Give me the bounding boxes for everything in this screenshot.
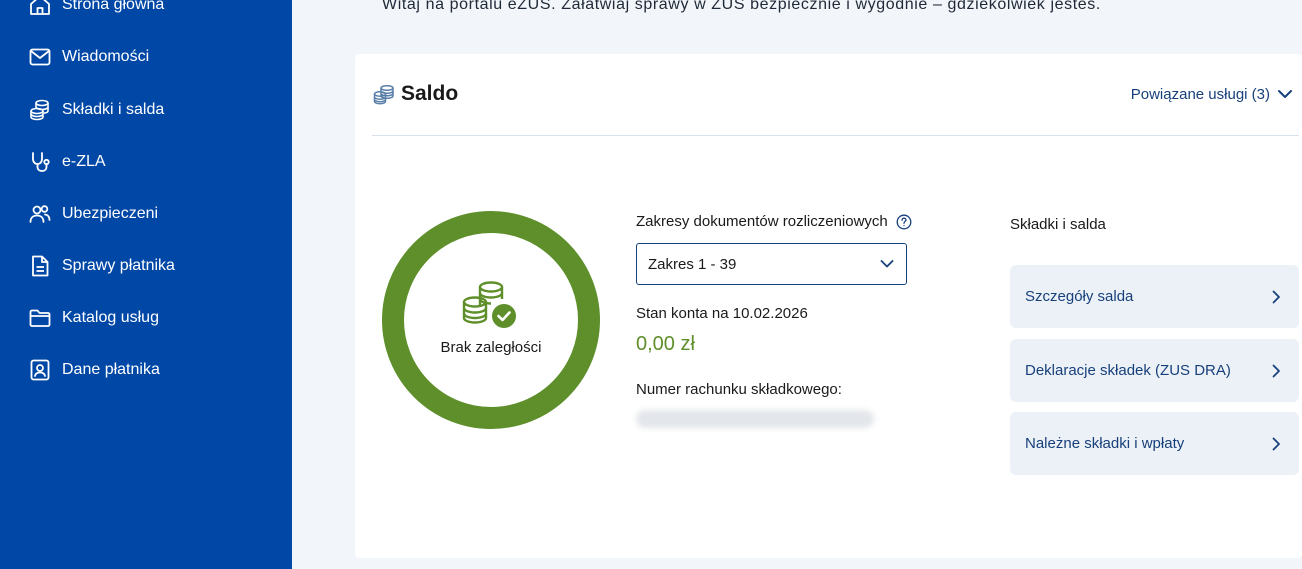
sidebar-item-service-catalog[interactable]: Katalog usług <box>28 303 159 333</box>
sidebar-item-label: Sprawy płatnika <box>62 257 175 274</box>
id-card-icon <box>28 358 52 382</box>
account-number-redacted <box>636 410 874 428</box>
ranges-label: Zakresy dokumentów rozliczeniowych <box>636 213 912 230</box>
sidebar-item-insured[interactable]: Ubezpieczeni <box>28 199 158 229</box>
chevron-down-icon <box>879 256 895 272</box>
contributions-section-title: Składki i salda <box>1010 216 1106 233</box>
home-icon <box>28 0 52 17</box>
sidebar-item-label: Dane płatnika <box>62 361 160 378</box>
sidebar-item-messages[interactable]: Wiadomości <box>28 42 149 72</box>
related-services-label: Powiązane usługi (3) <box>1130 85 1270 103</box>
link-label: Szczegóły salda <box>1025 288 1134 305</box>
card-title: Saldo <box>401 82 459 105</box>
sidebar-item-label: Ubezpieczeni <box>62 205 159 222</box>
chevron-down-icon <box>1276 85 1294 103</box>
stethoscope-icon <box>28 150 52 174</box>
coins-icon <box>372 82 396 106</box>
due-contributions-link[interactable]: Należne składki i wpłaty <box>1010 412 1299 475</box>
help-icon[interactable] <box>896 214 912 230</box>
chevron-right-icon <box>1269 364 1283 378</box>
sidebar-item-home[interactable]: Strona główna <box>28 0 164 20</box>
status-ring: Brak zaległości <box>382 211 600 429</box>
saldo-card: Saldo Powiązane usługi (3) Brak zaległoś… <box>355 54 1302 558</box>
ranges-select[interactable]: Zakres 1 - 39 <box>636 243 907 285</box>
coins-icon <box>28 98 52 122</box>
card-divider <box>372 135 1299 136</box>
sidebar-item-label: Katalog usług <box>62 309 159 326</box>
link-label: Deklaracje składek (ZUS DRA) <box>1025 362 1231 379</box>
users-icon <box>28 202 52 226</box>
balance-amount: 0,00 zł <box>636 333 695 355</box>
sidebar-item-label: Strona główna <box>62 0 165 13</box>
chevron-right-icon <box>1269 290 1283 304</box>
balance-details-link[interactable]: Szczegóły salda <box>1010 265 1299 328</box>
sidebar-item-payer-data[interactable]: Dane płatnika <box>28 355 160 385</box>
chevron-right-icon <box>1269 437 1283 451</box>
sidebar-item-label: Składki i salda <box>62 101 165 118</box>
coins-check-icon <box>458 279 524 333</box>
document-icon <box>28 254 52 278</box>
folder-icon <box>28 306 52 330</box>
sidebar-item-label: Wiadomości <box>62 48 150 65</box>
account-number-label: Numer rachunku składkowego: <box>636 381 842 398</box>
related-services-toggle[interactable]: Powiązane usługi (3) <box>1131 85 1294 103</box>
envelope-icon <box>28 45 52 69</box>
link-label: Należne składki i wpłaty <box>1025 435 1185 452</box>
welcome-text: Witaj na portalu eZUS. Załatwiaj sprawy … <box>382 0 1101 13</box>
sidebar-item-ezla[interactable]: e-ZLA <box>28 147 106 177</box>
sidebar-item-label: e-ZLA <box>62 153 106 170</box>
ranges-label-text: Zakresy dokumentów rozliczeniowych <box>636 213 888 230</box>
status-label: Brak zaległości <box>440 338 542 356</box>
balance-date-label: Stan konta na 10.02.2026 <box>636 305 808 322</box>
ranges-select-value: Zakres 1 - 39 <box>648 255 737 273</box>
contribution-declarations-link[interactable]: Deklaracje składek (ZUS DRA) <box>1010 339 1299 402</box>
sidebar-item-contributions[interactable]: Składki i salda <box>28 95 164 125</box>
sidebar: Strona główna Wiadomości Składki i salda… <box>0 0 292 569</box>
sidebar-item-payer-cases[interactable]: Sprawy płatnika <box>28 251 175 281</box>
